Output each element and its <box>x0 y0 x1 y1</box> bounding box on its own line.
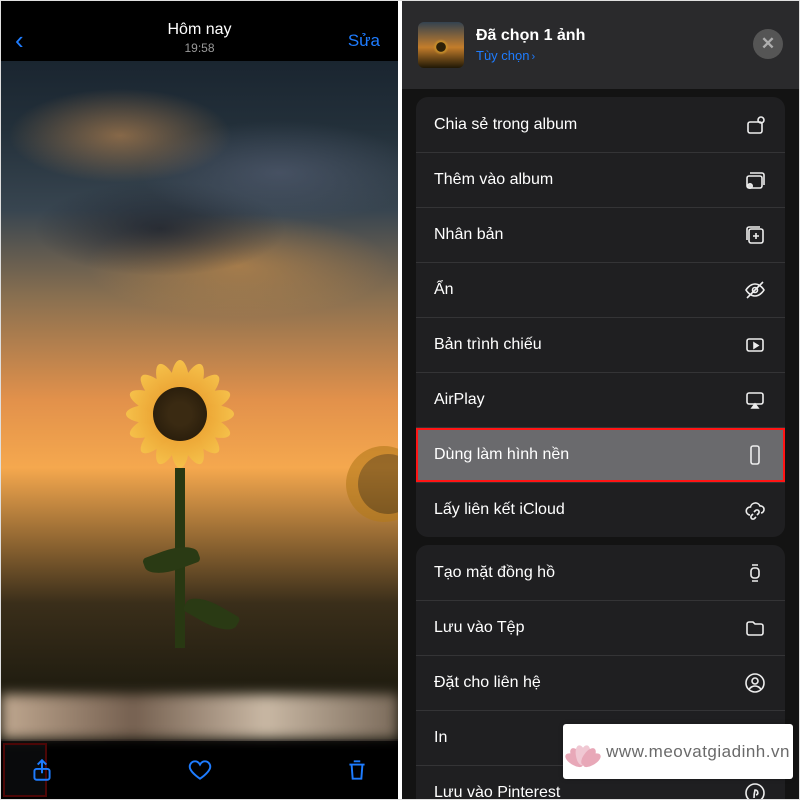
play-sq-icon <box>743 333 767 357</box>
plus-sq-icon <box>743 223 767 247</box>
action-airplay[interactable]: AirPlay <box>416 372 785 427</box>
action-watchface[interactable]: Tạo mặt đồng hồ <box>416 545 785 600</box>
layers-icon <box>743 113 767 137</box>
favorite-button[interactable] <box>185 755 215 785</box>
action-label: Ẩn <box>434 281 454 299</box>
action-label: Chia sẻ trong album <box>434 116 577 134</box>
photo-viewer-screen: ‹ Hôm nay 19:58 Sửa <box>1 1 398 799</box>
photo-toolbar <box>1 741 398 799</box>
action-label: Đặt cho liên hệ <box>434 674 541 692</box>
albums-icon <box>743 168 767 192</box>
action-label: Bản trình chiếu <box>434 336 542 354</box>
action-icloud-link[interactable]: Lấy liên kết iCloud <box>416 482 785 537</box>
photo-header: ‹ Hôm nay 19:58 Sửa <box>1 1 398 61</box>
options-button[interactable]: Tùy chọn› <box>476 48 585 63</box>
action-label: AirPlay <box>434 391 485 409</box>
action-label: Thêm vào album <box>434 171 553 189</box>
action-add-album[interactable]: Thêm vào album <box>416 152 785 207</box>
action-share-album[interactable]: Chia sẻ trong album <box>416 97 785 152</box>
action-label: In <box>434 729 447 747</box>
title-time: 19:58 <box>1 41 398 55</box>
share-sheet-header: Đã chọn 1 ảnh Tùy chọn› ✕ <box>402 1 799 89</box>
action-slideshow[interactable]: Bản trình chiếu <box>416 317 785 372</box>
watch-icon <box>743 561 767 585</box>
eye-off-icon <box>743 278 767 302</box>
action-label: Lấy liên kết iCloud <box>434 501 565 519</box>
close-button[interactable]: ✕ <box>753 29 783 59</box>
folder-icon <box>743 616 767 640</box>
title-date: Hôm nay <box>1 21 398 39</box>
edit-button[interactable]: Sửa <box>348 31 380 51</box>
share-button[interactable] <box>27 755 57 785</box>
chevron-right-icon: › <box>531 51 535 63</box>
action-contact[interactable]: Đặt cho liên hệ <box>416 655 785 710</box>
action-label: Nhân bản <box>434 226 503 244</box>
action-hide[interactable]: Ẩn <box>416 262 785 317</box>
selected-thumbnail <box>418 22 464 68</box>
selected-count: Đã chọn 1 ảnh <box>476 27 585 45</box>
action-label: Lưu vào Pinterest <box>434 784 560 799</box>
action-save-files[interactable]: Lưu vào Tệp <box>416 600 785 655</box>
airplay-icon <box>743 388 767 412</box>
thumbnail-strip <box>1 694 398 739</box>
lotus-icon <box>566 737 600 767</box>
pinterest-icon <box>743 781 767 799</box>
person-icon <box>743 671 767 695</box>
share-sheet-body[interactable]: Chia sẻ trong album Thêm vào album Nhân bả… <box>402 89 799 799</box>
action-label: Lưu vào Tệp <box>434 619 524 637</box>
photo-content[interactable] <box>1 61 398 739</box>
watermark: www.meovatgiadinh.vn <box>563 724 793 779</box>
action-label: Tạo mặt đồng hồ <box>434 564 555 582</box>
action-wallpaper[interactable]: Dùng làm hình nền <box>416 427 785 482</box>
action-group-1: Chia sẻ trong album Thêm vào album Nhân bả… <box>416 97 785 537</box>
photo-title: Hôm nay 19:58 <box>1 21 398 55</box>
action-duplicate[interactable]: Nhân bản <box>416 207 785 262</box>
share-sheet-screen: Đã chọn 1 ảnh Tùy chọn› ✕ Chia sẻ trong … <box>402 1 799 799</box>
action-label: Dùng làm hình nền <box>434 446 569 464</box>
delete-button[interactable] <box>342 755 372 785</box>
cloud-link-icon <box>743 498 767 522</box>
phone-icon <box>743 443 767 467</box>
